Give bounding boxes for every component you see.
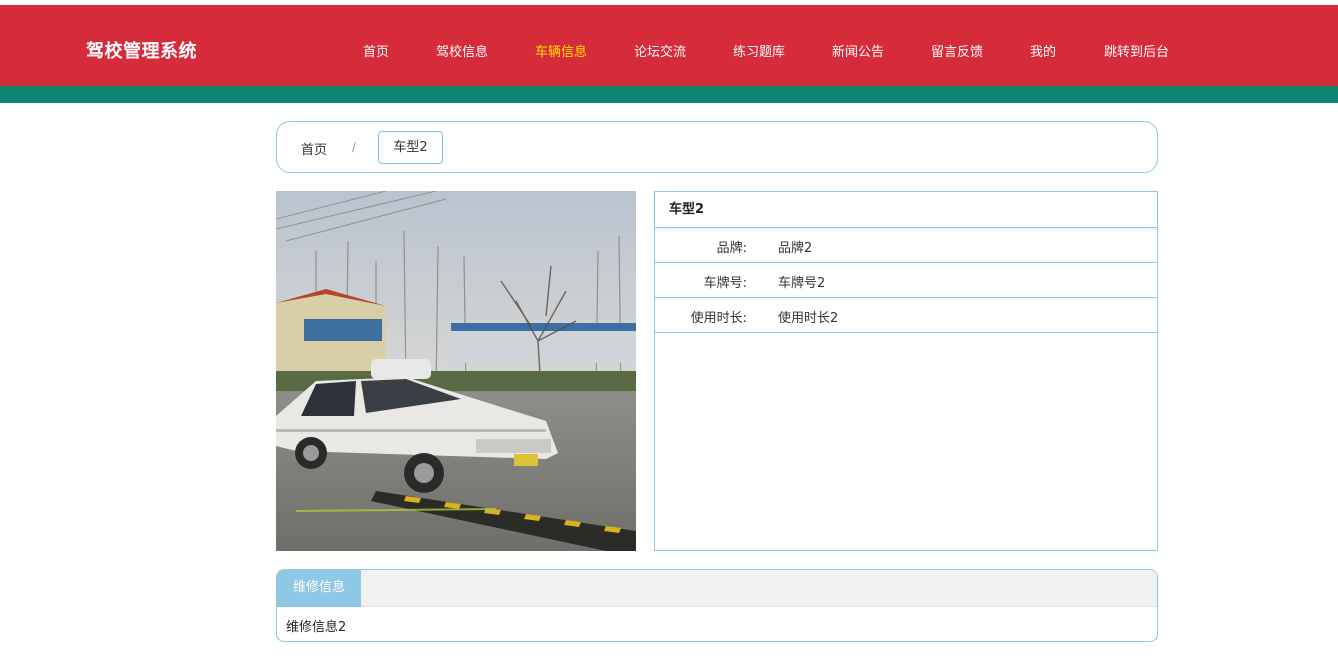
usage-value: 使用时长2 bbox=[778, 311, 839, 326]
usage-label: 使用时长: bbox=[690, 311, 747, 326]
plate-label: 车牌号: bbox=[703, 276, 747, 291]
detail-row-brand: 品牌: 品牌2 bbox=[655, 228, 1157, 263]
nav-item-feedback[interactable]: 留言反馈 bbox=[931, 41, 983, 60]
plate-value: 车牌号2 bbox=[778, 276, 826, 291]
tab-content: 维修信息2 bbox=[286, 620, 347, 635]
car-image-illustration bbox=[276, 191, 636, 551]
detail-row-plate: 车牌号: 车牌号2 bbox=[655, 263, 1157, 298]
vehicle-detail-panel: 车型2 品牌: 品牌2 车牌号: 车牌号2 使用时长: 使用时长2 bbox=[654, 191, 1158, 551]
nav-item-exercises[interactable]: 练习题库 bbox=[733, 41, 785, 60]
nav-item-home[interactable]: 首页 bbox=[363, 41, 389, 60]
site-brand[interactable]: 驾校管理系统 bbox=[86, 37, 197, 63]
breadcrumb-home-link[interactable]: 首页 bbox=[301, 139, 327, 158]
detail-row-usage: 使用时长: 使用时长2 bbox=[655, 298, 1157, 333]
brand-label: 品牌: bbox=[716, 241, 747, 256]
breadcrumb-current[interactable]: 车型2 bbox=[378, 131, 443, 164]
top-navbar: 驾校管理系统 首页 驾校信息 车辆信息 论坛交流 练习题库 新闻公告 留言反馈 … bbox=[0, 5, 1338, 86]
brand-value: 品牌2 bbox=[778, 241, 813, 256]
tab-maintenance-info[interactable]: 维修信息 bbox=[277, 570, 361, 607]
vehicle-model-title: 车型2 bbox=[655, 192, 1157, 228]
header-accent-bar bbox=[0, 86, 1338, 103]
tab-bar: 维修信息 bbox=[277, 570, 1157, 607]
nav-item-mine[interactable]: 我的 bbox=[1030, 41, 1056, 60]
nav-item-news[interactable]: 新闻公告 bbox=[832, 41, 884, 60]
breadcrumb-separator: / bbox=[352, 140, 357, 154]
maintenance-tab-panel: 维修信息 维修信息2 bbox=[276, 569, 1158, 642]
nav-item-forum[interactable]: 论坛交流 bbox=[634, 41, 686, 60]
nav-item-admin[interactable]: 跳转到后台 bbox=[1104, 41, 1169, 60]
nav-item-school-info[interactable]: 驾校信息 bbox=[436, 41, 488, 60]
breadcrumb: 首页 / 车型2 bbox=[276, 121, 1158, 173]
vehicle-photo bbox=[276, 191, 636, 551]
nav-item-vehicle-info[interactable]: 车辆信息 bbox=[535, 41, 587, 60]
